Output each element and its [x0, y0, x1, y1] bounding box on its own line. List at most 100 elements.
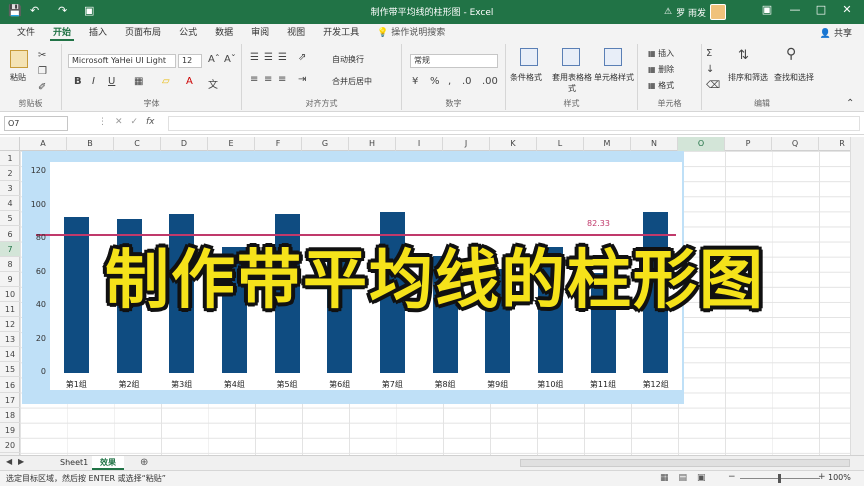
row-header-5[interactable]: 5 — [0, 211, 20, 227]
tab-home[interactable]: 开始 — [44, 24, 80, 42]
row-header-12[interactable]: 12 — [0, 317, 20, 333]
row-header-11[interactable]: 11 — [0, 302, 20, 318]
merge-center-button[interactable]: 合并后居中 — [332, 76, 372, 87]
row-header-14[interactable]: 14 — [0, 347, 20, 363]
tab-page-layout[interactable]: 页面布局 — [116, 24, 170, 42]
underline-icon[interactable]: U — [108, 76, 115, 87]
column-header-m[interactable]: M — [584, 137, 631, 151]
column-header-b[interactable]: B — [67, 137, 114, 151]
indent-icon[interactable]: ⇥ — [298, 74, 306, 85]
average-data-label[interactable]: 82.33 — [587, 219, 610, 228]
border-icon[interactable]: ▦ — [134, 76, 143, 87]
avatar[interactable] — [709, 4, 726, 20]
add-sheet-icon[interactable]: ⊕ — [140, 457, 148, 468]
tab-formulas[interactable]: 公式 — [170, 24, 206, 42]
font-size-select[interactable]: 12 — [178, 54, 202, 68]
column-header-p[interactable]: P — [725, 137, 772, 151]
paste-icon[interactable] — [10, 50, 28, 68]
delete-cells-button[interactable]: ▦ 删除 — [648, 64, 674, 75]
minimize-icon[interactable]: — — [784, 3, 806, 16]
font-name-select[interactable]: Microsoft YaHei UI Light — [68, 54, 176, 68]
tell-me-search[interactable]: 💡 操作说明搜索 — [368, 24, 454, 42]
italic-icon[interactable]: I — [92, 76, 95, 87]
tab-view[interactable]: 视图 — [278, 24, 314, 42]
view-buttons[interactable]: ▦▤▣ — [660, 473, 716, 483]
horizontal-scrollbar[interactable] — [520, 459, 850, 467]
row-header-20[interactable]: 20 — [0, 438, 20, 453]
decrease-decimal-icon[interactable]: .00 — [482, 76, 498, 87]
column-header-h[interactable]: H — [349, 137, 396, 151]
cell-styles-icon[interactable] — [604, 48, 622, 66]
copy-icon[interactable]: ❐ — [38, 66, 47, 77]
clear-icon[interactable]: ⌫ — [706, 80, 720, 91]
align-right-icon[interactable]: ≡ — [278, 74, 286, 85]
format-cells-button[interactable]: ▦ 格式 — [648, 80, 674, 91]
tab-data[interactable]: 数据 — [206, 24, 242, 42]
increase-decimal-icon[interactable]: .0 — [462, 76, 472, 87]
row-header-3[interactable]: 3 — [0, 181, 20, 197]
row-header-16[interactable]: 16 — [0, 378, 20, 393]
sort-filter-button[interactable]: 排序和筛选 — [728, 72, 768, 83]
tab-file[interactable]: 文件 — [8, 24, 44, 42]
cell-styles-button[interactable]: 单元格样式 — [594, 72, 634, 83]
column-header-d[interactable]: D — [161, 137, 208, 151]
column-header-a[interactable]: A — [20, 137, 67, 151]
share-button[interactable]: 👤 共享 — [820, 26, 852, 39]
align-bottom-icon[interactable]: ☰ — [278, 52, 287, 63]
number-format-select[interactable]: 常规 — [410, 54, 498, 68]
align-middle-icon[interactable]: ☰ — [264, 52, 273, 63]
autosum-icon[interactable]: Σ — [706, 48, 712, 59]
align-left-icon[interactable]: ≡ — [250, 74, 258, 85]
cut-icon[interactable]: ✂ — [38, 50, 46, 61]
column-header-o[interactable]: O — [678, 137, 725, 151]
column-header-i[interactable]: I — [396, 137, 443, 151]
comma-icon[interactable]: , — [448, 76, 451, 87]
conditional-format-button[interactable]: 条件格式 — [510, 72, 542, 83]
paste-button[interactable]: 粘贴 — [10, 72, 26, 83]
percent-icon[interactable]: % — [430, 76, 440, 87]
column-header-l[interactable]: L — [537, 137, 584, 151]
fill-icon[interactable]: ↓ — [706, 64, 714, 75]
column-header-j[interactable]: J — [443, 137, 490, 151]
sheet-tab-sheet1[interactable]: Sheet1 — [52, 456, 96, 470]
tab-review[interactable]: 审阅 — [242, 24, 278, 42]
sheet-tab-effect[interactable]: 效果 — [92, 456, 124, 470]
row-header-19[interactable]: 19 — [0, 423, 20, 438]
zoom-level[interactable]: 100% — [828, 473, 851, 482]
decrease-font-icon[interactable]: Aˇ — [224, 54, 236, 65]
tab-developer[interactable]: 开发工具 — [314, 24, 368, 42]
increase-font-icon[interactable]: Aˆ — [208, 54, 220, 65]
phonetic-icon[interactable]: 文 — [208, 76, 218, 91]
close-icon[interactable]: ✕ — [836, 3, 858, 16]
insert-cells-button[interactable]: ▦ 插入 — [648, 48, 674, 59]
row-header-7[interactable]: 7 — [0, 241, 20, 257]
row-header-6[interactable]: 6 — [0, 227, 20, 242]
column-header-e[interactable]: E — [208, 137, 255, 151]
row-header-9[interactable]: 9 — [0, 272, 20, 287]
row-header-13[interactable]: 13 — [0, 332, 20, 348]
conditional-format-icon[interactable] — [520, 48, 538, 66]
bold-icon[interactable]: B — [74, 76, 82, 87]
column-header-f[interactable]: F — [255, 137, 302, 151]
row-header-2[interactable]: 2 — [0, 166, 20, 182]
vertical-scrollbar[interactable] — [850, 137, 864, 455]
name-box[interactable]: O7 — [4, 116, 68, 131]
orientation-icon[interactable]: ⇗ — [298, 52, 306, 63]
row-header-10[interactable]: 10 — [0, 287, 20, 302]
zoom-out-icon[interactable]: − — [728, 472, 736, 482]
select-all-corner[interactable] — [0, 137, 20, 151]
row-header-18[interactable]: 18 — [0, 408, 20, 423]
column-header-n[interactable]: N — [631, 137, 678, 151]
wrap-text-button[interactable]: 自动换行 — [332, 54, 364, 65]
collapse-ribbon-icon[interactable]: ⌃ — [846, 98, 854, 109]
font-color-icon[interactable]: A — [186, 76, 193, 87]
sort-filter-icon[interactable]: ⇅ — [738, 48, 749, 63]
ribbon-display-icon[interactable]: ▣ — [756, 3, 778, 16]
zoom-in-icon[interactable]: + — [818, 472, 826, 482]
row-header-8[interactable]: 8 — [0, 257, 20, 272]
find-select-button[interactable]: 查找和选择 — [774, 72, 814, 83]
align-top-icon[interactable]: ☰ — [250, 52, 259, 63]
insert-function-icon[interactable]: fx — [146, 117, 155, 127]
fill-color-icon[interactable]: ▱ — [162, 76, 170, 87]
find-icon[interactable]: ⚲ — [786, 46, 796, 62]
